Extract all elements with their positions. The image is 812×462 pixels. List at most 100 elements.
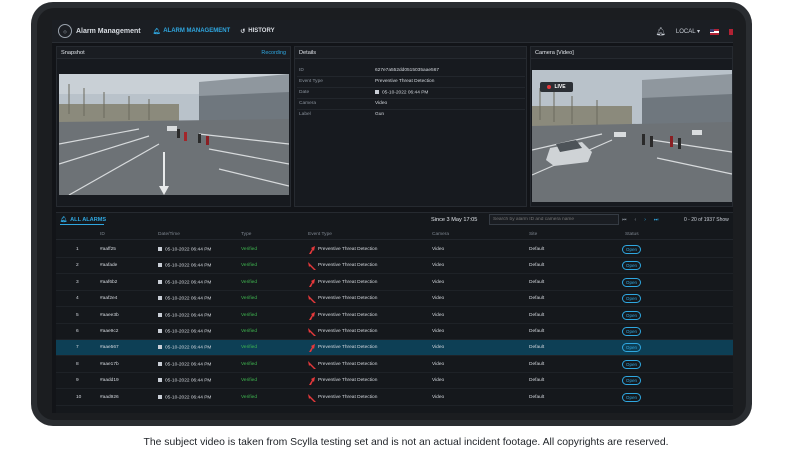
calendar-icon [158, 394, 162, 399]
calendar-icon [158, 312, 162, 317]
cell-event: Preventive Threat Detection [318, 296, 378, 302]
table-row[interactable]: 3 #aaf6b2 05-10-2022 06:44 PM Verified Preve… [56, 275, 733, 291]
status-open-badge[interactable]: Open [622, 310, 641, 320]
col-site[interactable]: Site [529, 232, 537, 237]
detail-value-label: Gun [375, 112, 385, 117]
camera-title: Camera [Video] [531, 47, 732, 59]
table-row[interactable]: 1 #aaff25 05-10-2022 06:44 PM Verified Preve… [56, 242, 733, 258]
calendar-icon [158, 263, 162, 268]
status-open-badge[interactable]: Open [622, 376, 641, 386]
status-open-badge[interactable]: Open [622, 261, 641, 271]
calendar-icon [375, 90, 379, 94]
first-page-icon[interactable]: ⏮ [622, 217, 627, 223]
disclaimer-caption: The subject video is taken from Scylla t… [143, 437, 669, 448]
history-icon: ↺ [240, 28, 246, 35]
cell-camera: Video [432, 345, 445, 351]
table-row[interactable]: 2 #aafade 05-10-2022 06:44 PM Verified Preve… [56, 258, 733, 275]
col-type[interactable]: Type [241, 232, 251, 237]
status-open-badge[interactable]: Open [622, 277, 641, 287]
cell-date: 05-10-2022 06:44 PM [158, 296, 211, 301]
cell-event: Preventive Threat Detection [318, 361, 378, 367]
cell-event: Preventive Threat Detection [318, 378, 378, 384]
notification-bell-icon[interactable]: 🔔︎ [656, 27, 666, 36]
table-row[interactable]: 10 #aad926 05-10-2022 06:44 PM Verified Prev… [56, 390, 733, 406]
alarm-search-input[interactable] [489, 214, 619, 225]
cell-id: #aaee3b [100, 312, 119, 318]
tab-underline [60, 224, 104, 225]
col-event-type[interactable]: Event Type [308, 232, 332, 237]
cell-type: Verified [241, 312, 257, 318]
status-open-badge[interactable]: Open [622, 245, 641, 254]
table-header: ID Date/Time Type Event Type Camera Site… [56, 230, 733, 240]
cell-date: 05-10-2022 06:44 PM [158, 361, 211, 367]
status-open-badge[interactable]: Open [622, 294, 641, 304]
cell-id: #aaf2e4 [100, 296, 118, 302]
cell-id: #aafade [100, 263, 118, 269]
cell-event: Preventive Threat Detection [318, 263, 378, 269]
nav-history[interactable]: ↺ HISTORY [240, 28, 274, 35]
alarms-section: 🔔︎ ALL ALARMS Since 3 May 17:05 ⏮ ‹ › ⏭ … [56, 212, 733, 413]
detail-label-label: Label [299, 112, 311, 117]
tab-all-alarms[interactable]: 🔔︎ ALL ALARMS [60, 217, 106, 223]
flag-edge [729, 28, 733, 35]
cell-type: Verified [241, 378, 257, 384]
cell-n: 6 [76, 329, 79, 334]
status-open-badge[interactable]: Open [622, 359, 641, 369]
status-open-badge[interactable]: Open [622, 327, 641, 336]
cell-event: Preventive Threat Detection [318, 394, 378, 400]
cell-site: Default [529, 247, 545, 252]
gun-alert-icon [308, 295, 316, 304]
cell-type: Verified [241, 394, 257, 400]
us-flag-icon[interactable] [710, 28, 719, 35]
calendar-icon [158, 247, 162, 251]
cell-date: 05-10-2022 06:44 PM [158, 345, 211, 351]
pagination-controls: ⏮ ‹ › ⏭ [622, 217, 658, 223]
details-title: Details [295, 47, 526, 59]
last-page-icon[interactable]: ⏭ [654, 217, 659, 223]
calendar-icon [158, 279, 162, 284]
table-row[interactable]: 4 #aaf2e4 05-10-2022 06:44 PM Verified Preve… [56, 291, 733, 308]
detail-label-camera: Camera [299, 101, 317, 106]
col-id[interactable]: ID [100, 232, 105, 237]
col-camera[interactable]: Camera [432, 232, 449, 237]
cell-id: #aaff25 [100, 247, 116, 252]
table-row[interactable]: 9 #aadd19 05-10-2022 06:44 PM Verified Preve… [56, 373, 733, 390]
col-datetime[interactable]: Date/Time [158, 232, 180, 237]
prev-page-icon[interactable]: ‹ [635, 217, 637, 223]
cell-id: #aae9c2 [100, 329, 119, 334]
gun-alert-icon [308, 328, 316, 336]
table-row[interactable]: 6 #aae9c2 05-10-2022 06:44 PM Verified Preve… [56, 324, 733, 340]
detail-label-date: Date [299, 90, 310, 95]
col-status[interactable]: Status [625, 232, 639, 237]
cell-event: Preventive Threat Detection [318, 312, 378, 318]
cell-camera: Video [432, 247, 445, 252]
cell-date: 05-10-2022 06:44 PM [158, 329, 211, 334]
recording-link[interactable]: Recording [261, 50, 286, 56]
since-filter[interactable]: Since 3 May 17:05 [431, 217, 477, 223]
nav-history-label: HISTORY [248, 28, 275, 34]
cell-site: Default [529, 296, 545, 302]
cell-n: 10 [76, 394, 82, 400]
next-page-icon[interactable]: › [644, 217, 646, 223]
detail-label-event-type: Event Type [299, 79, 323, 84]
snapshot-panel: Snapshot Recording [56, 46, 291, 207]
locale-dropdown[interactable]: LOCAL ▾ [676, 28, 700, 35]
gun-alert-icon [309, 377, 315, 386]
status-open-badge[interactable]: Open [622, 392, 641, 402]
cell-type: Verified [241, 247, 257, 252]
cell-n: 2 [76, 263, 79, 269]
detail-value-id: 627e7a552dd0515035aae567 [375, 68, 440, 73]
table-row[interactable]: 7 #aae567 05-10-2022 06:44 PM Verified Preve… [56, 340, 733, 357]
nav-alarm-management[interactable]: 🔔︎ ALARM MANAGEMENT [153, 28, 231, 35]
cell-type: Verified [241, 345, 257, 351]
cell-site: Default [529, 312, 545, 318]
table-row[interactable]: 8 #aae17b 05-10-2022 06:44 PM Verified Preve… [56, 357, 733, 373]
table-row[interactable]: 5 #aaee3b 05-10-2022 06:44 PM Verified Preve… [56, 308, 733, 324]
status-open-badge[interactable]: Open [622, 343, 641, 353]
gun-alert-icon [308, 262, 316, 271]
cell-camera: Video [432, 279, 445, 285]
cell-date: 05-10-2022 06:44 PM [158, 247, 211, 252]
gun-alert-icon [308, 360, 316, 369]
cell-date: 05-10-2022 06:44 PM [158, 394, 211, 400]
cell-site: Default [529, 361, 545, 367]
